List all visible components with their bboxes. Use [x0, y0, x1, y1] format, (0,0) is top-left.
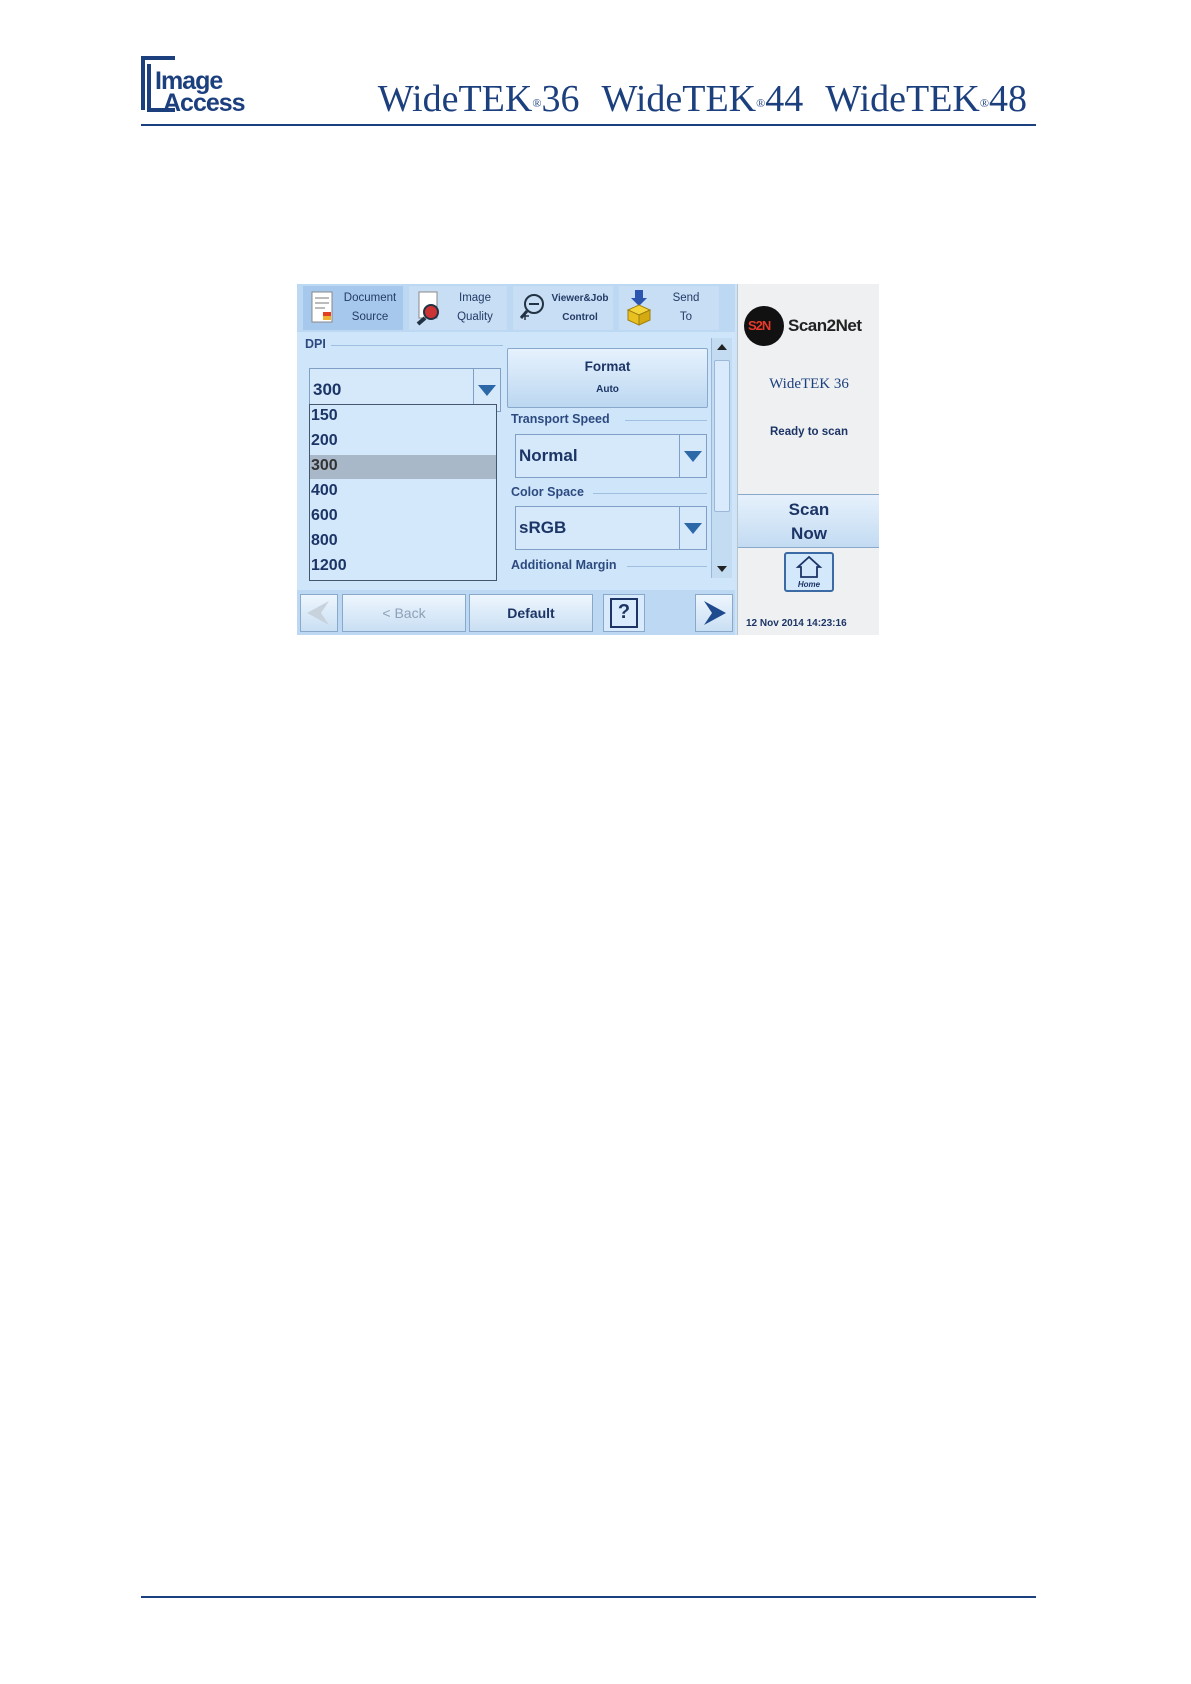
model-widetek-36: WideTEK®36 [377, 78, 580, 120]
model-names: WideTEK®36 WideTEK®44 WideTEK®48 [378, 78, 1027, 120]
format-button[interactable]: Format Auto [507, 348, 708, 408]
status-sidebar: S2N Scan2Net WideTEK 36 Ready to scan Sc… [737, 284, 879, 635]
dpi-option-200[interactable]: 200 [310, 430, 496, 454]
tab-bar: Document Source Image Quality Viewer&Job Co… [297, 284, 735, 332]
transport-speed-label: Transport Speed [511, 412, 610, 426]
magnifier-icon [415, 290, 443, 326]
scroll-thumb[interactable] [714, 360, 730, 512]
color-space-value: sRGB [519, 518, 567, 537]
transport-speed-value: Normal [519, 446, 578, 465]
transport-speed-dropdown-arrow[interactable] [679, 435, 706, 477]
arrow-right-icon [704, 601, 726, 625]
chevron-down-icon [684, 523, 702, 534]
scan2net-logo: S2N Scan2Net [744, 306, 878, 346]
dpi-options-list: 150 200 300 400 600 800 1200 [309, 404, 497, 581]
scroll-up-icon[interactable] [717, 344, 727, 350]
next-button[interactable] [695, 594, 733, 632]
chevron-down-icon [478, 385, 496, 396]
send-box-icon [625, 290, 653, 326]
bottom-toolbar: < Back Default ? [297, 590, 735, 635]
arrow-left-icon [307, 601, 329, 625]
additional-margin-label: Additional Margin [511, 558, 617, 572]
color-space-label: Color Space [511, 485, 584, 499]
model-widetek-44: WideTEK®44 [601, 78, 804, 120]
dpi-option-600[interactable]: 600 [310, 505, 496, 529]
model-widetek-48: WideTEK®48 [825, 78, 1027, 120]
scanner-ui-screenshot: Document Source Image Quality Viewer&Job Co… [297, 284, 879, 635]
zoom-out-icon [519, 290, 547, 326]
home-icon [795, 555, 823, 578]
image-access-logo: Image Access [141, 56, 251, 116]
dpi-option-800[interactable]: 800 [310, 530, 496, 554]
settings-panel: Document Source Image Quality Viewer&Job Co… [297, 284, 735, 635]
format-value: Auto [596, 384, 619, 395]
home-button[interactable]: Home [784, 552, 834, 592]
model-label: WideTEK 36 [769, 376, 849, 392]
transport-speed-select[interactable]: Normal [515, 434, 707, 478]
back-button[interactable]: < Back [342, 594, 466, 632]
scroll-down-icon[interactable] [717, 566, 727, 572]
dpi-option-1200[interactable]: 1200 [310, 555, 496, 579]
footer-rule [141, 1596, 1036, 1598]
tab-send-to[interactable]: Send To [619, 286, 719, 330]
dpi-option-300[interactable]: 300 [310, 455, 496, 479]
status-text: Ready to scan [770, 426, 848, 438]
tab-viewer-job-control[interactable]: Viewer&Job Control [513, 286, 613, 330]
datetime-display: 12 Nov 2014 14:23:16 [746, 618, 847, 629]
dpi-label: DPI [305, 337, 326, 351]
chevron-down-icon [684, 451, 702, 462]
color-space-select[interactable]: sRGB [515, 506, 707, 550]
tab-image-quality[interactable]: Image Quality [409, 286, 507, 330]
default-button[interactable]: Default [469, 594, 593, 632]
color-space-dropdown-arrow[interactable] [679, 507, 706, 549]
vertical-scrollbar[interactable] [711, 338, 732, 578]
help-icon: ? [610, 598, 638, 628]
dpi-option-400[interactable]: 400 [310, 480, 496, 504]
scan-now-button[interactable]: Scan Now [738, 494, 879, 548]
document-icon [309, 290, 337, 326]
prev-button[interactable] [300, 594, 338, 632]
dpi-option-150[interactable]: 150 [310, 405, 496, 429]
logo-line-2: Access [163, 89, 246, 117]
help-button[interactable]: ? [603, 594, 645, 632]
header-rule [141, 124, 1036, 126]
dpi-value: 300 [313, 380, 342, 399]
tab-document-source[interactable]: Document Source [303, 286, 403, 330]
